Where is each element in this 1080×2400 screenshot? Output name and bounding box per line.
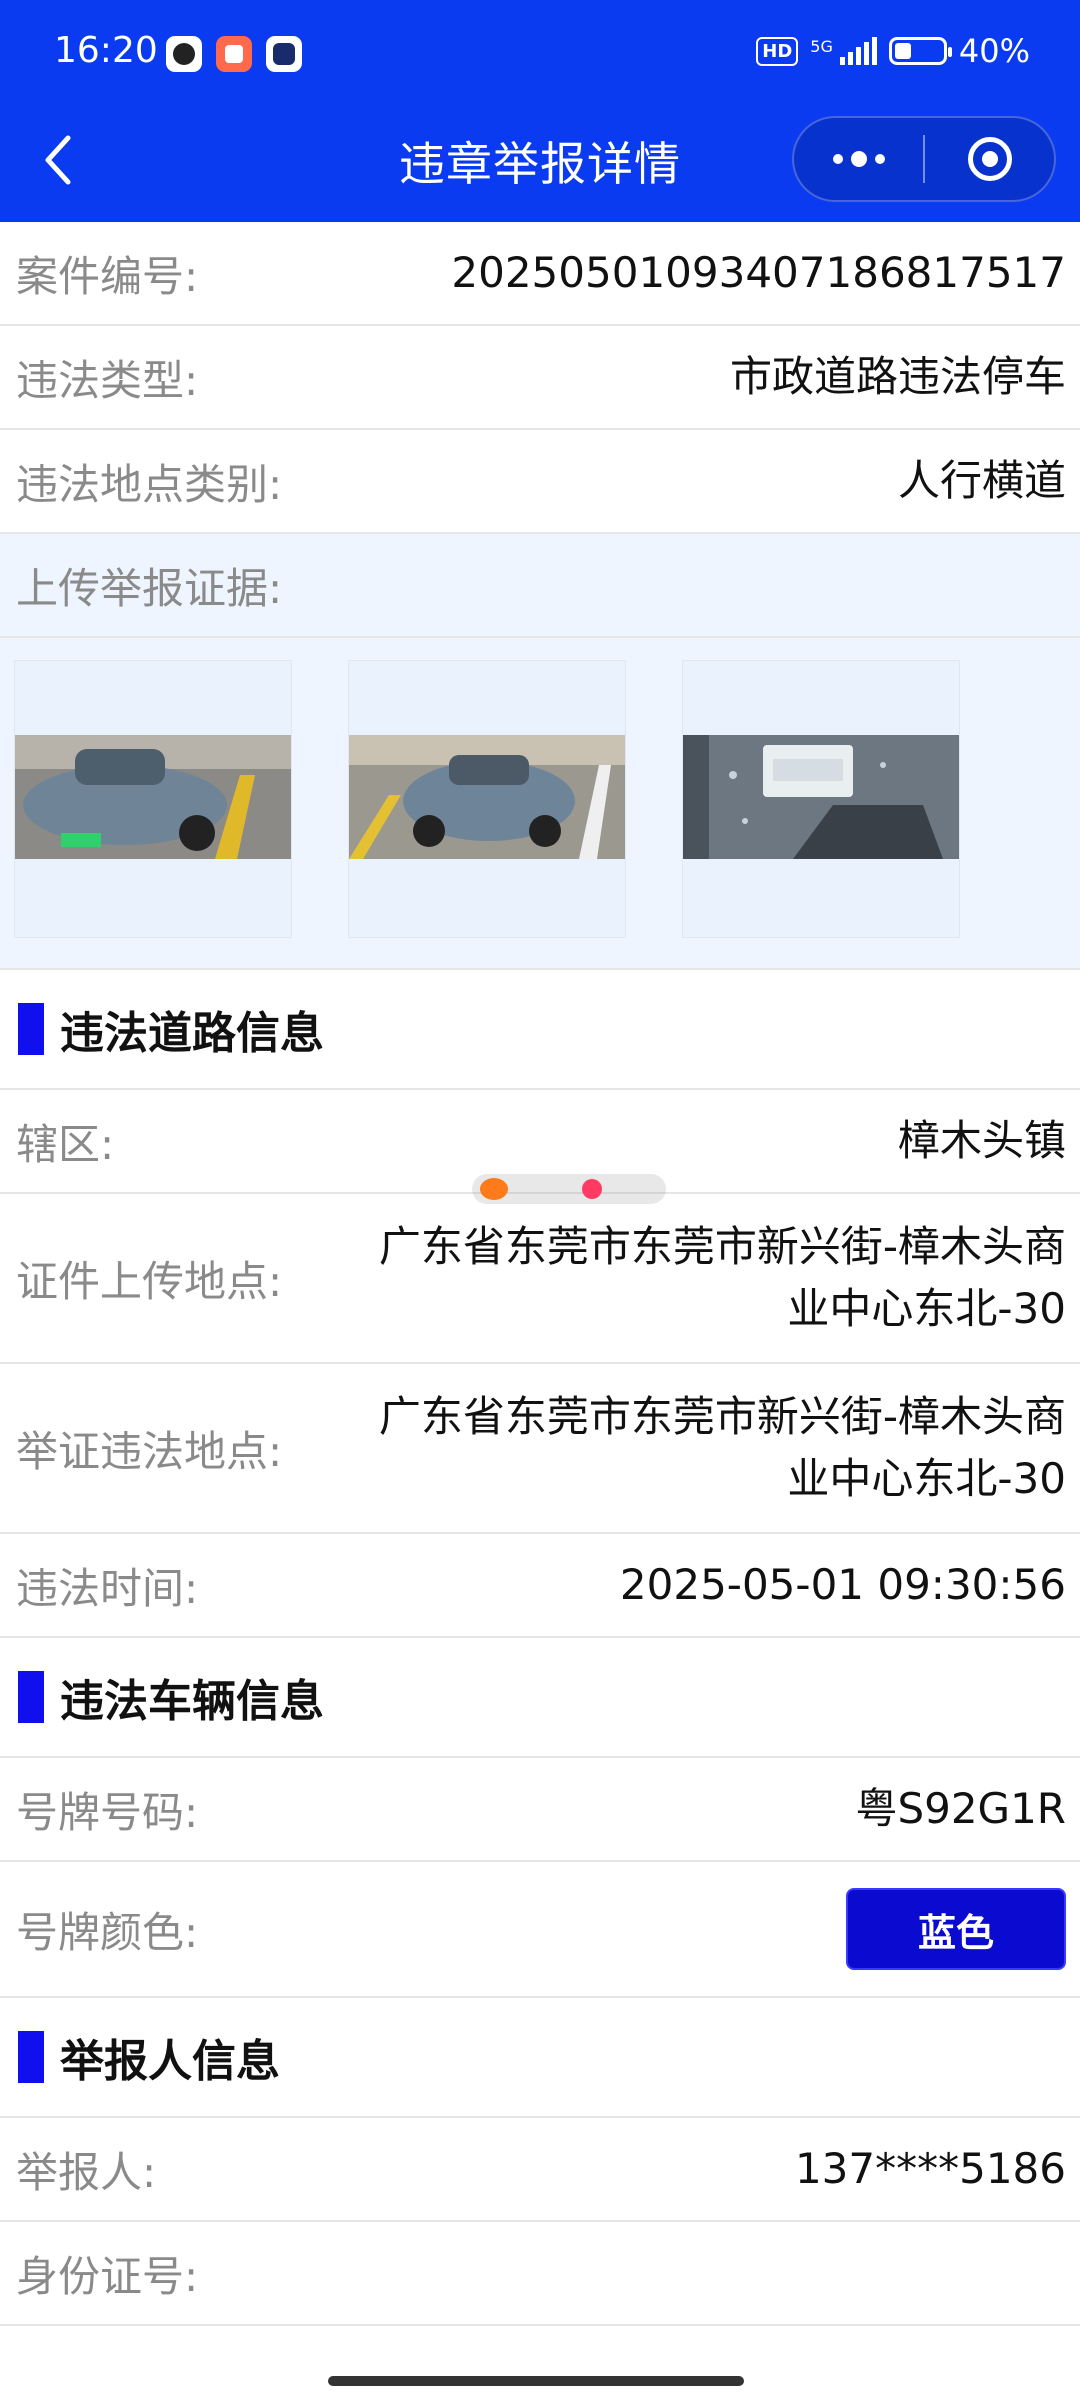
plate-color-row: 号牌颜色: 蓝色 <box>0 1862 1080 1998</box>
location-category-row: 违法地点类别: 人行横道 <box>0 430 1080 534</box>
case-number-row: 案件编号: 20250501093407186817517 <box>0 222 1080 326</box>
vehicle-info-title: 违法车辆信息 <box>60 1676 324 1727</box>
watermark-logo <box>472 1174 666 1204</box>
district-value: 樟木头镇 <box>897 1116 1066 1165</box>
details-content: 案件编号: 20250501093407186817517 违法类型: 市政道路… <box>0 222 1080 2326</box>
id-number-label: 身份证号: <box>16 2251 199 2301</box>
plate-color-label: 号牌颜色: <box>16 1907 199 1957</box>
evidence-photo-1[interactable] <box>14 660 292 938</box>
car-photo-image <box>15 735 291 859</box>
violation-location-value: 广东省东莞市东莞市新兴街-樟木头商业中心东北-30 <box>378 1392 1066 1503</box>
target-circle-icon <box>967 137 1012 181</box>
violation-location-label: 举证违法地点: <box>16 1426 283 1476</box>
plate-color-chip: 蓝色 <box>846 1888 1066 1970</box>
location-category-value: 人行横道 <box>897 456 1066 505</box>
road-info-title: 违法道路信息 <box>60 1008 324 1059</box>
battery-percent: 40% <box>958 32 1030 70</box>
battery-icon <box>888 37 952 65</box>
clock-app-icon <box>166 36 202 72</box>
violation-type-value: 市政道路违法停车 <box>729 352 1066 401</box>
upload-location-label: 证件上传地点: <box>16 1256 283 1306</box>
violation-time-value: 2025-05-01 09:30:56 <box>619 1560 1066 1609</box>
weibo-icon <box>480 1178 508 1200</box>
case-number-value: 20250501093407186817517 <box>451 248 1066 297</box>
reporter-info-section-header: 举报人信息 <box>0 1998 1080 2118</box>
reporter-row: 举报人: 137****5186 <box>0 2118 1080 2222</box>
more-dots-icon <box>832 151 885 167</box>
violation-time-label: 违法时间: <box>16 1563 199 1613</box>
district-label: 辖区: <box>16 1119 115 1169</box>
hd-icon: HD <box>756 36 799 66</box>
id-number-row: 身份证号: <box>0 2222 1080 2326</box>
evidence-photo-2[interactable] <box>348 660 626 938</box>
more-button[interactable] <box>794 118 923 200</box>
section-marker <box>18 1671 44 1723</box>
car-photo-image <box>349 735 625 859</box>
vehicle-info-section-header: 违法车辆信息 <box>0 1638 1080 1758</box>
case-number-label: 案件编号: <box>16 251 199 301</box>
reporter-value: 137****5186 <box>794 2144 1066 2193</box>
close-mini-program-button[interactable] <box>925 118 1054 200</box>
violation-type-row: 违法类型: 市政道路违法停车 <box>0 326 1080 430</box>
home-indicator[interactable] <box>328 2376 744 2386</box>
shopping-app-icon <box>216 36 252 72</box>
location-category-label: 违法地点类别: <box>16 459 283 509</box>
status-indicators: HD 5G 40% <box>756 32 1030 70</box>
violation-type-label: 违法类型: <box>16 355 199 405</box>
evidence-header-row: 上传举报证据: <box>0 534 1080 638</box>
status-time: 16:20 <box>54 30 158 71</box>
plate-number-label: 号牌号码: <box>16 1787 199 1837</box>
plate-number-value: 粤S92G1R <box>855 1784 1066 1833</box>
evidence-label: 上传举报证据: <box>16 563 283 613</box>
section-marker <box>18 1003 44 1055</box>
plate-number-row: 号牌号码: 粤S92G1R <box>0 1758 1080 1862</box>
evidence-photos <box>0 638 1080 970</box>
violation-location-row: 举证违法地点: 广东省东莞市东莞市新兴街-樟木头商业中心东北-30 <box>0 1364 1080 1534</box>
status-app-icons <box>166 36 302 72</box>
messenger-app-icon <box>266 36 302 72</box>
mini-program-capsule <box>792 116 1056 202</box>
upload-location-row: 证件上传地点: 广东省东莞市东莞市新兴街-樟木头商业中心东北-30 <box>0 1194 1080 1364</box>
signal-icon: 5G <box>810 37 877 65</box>
reporter-info-title: 举报人信息 <box>60 2036 280 2087</box>
watermark-app-icon <box>582 1179 602 1199</box>
reporter-label: 举报人: <box>16 2147 157 2197</box>
road-info-section-header: 违法道路信息 <box>0 970 1080 1090</box>
violation-time-row: 违法时间: 2025-05-01 09:30:56 <box>0 1534 1080 1638</box>
license-plate-photo-image <box>683 735 959 859</box>
upload-location-value: 广东省东莞市东莞市新兴街-樟木头商业中心东北-30 <box>378 1222 1066 1333</box>
top-bar: 16:20 HD 5G 40% 违章举报详情 <box>0 0 1080 222</box>
evidence-photo-3[interactable] <box>682 660 960 938</box>
section-marker <box>18 2031 44 2083</box>
